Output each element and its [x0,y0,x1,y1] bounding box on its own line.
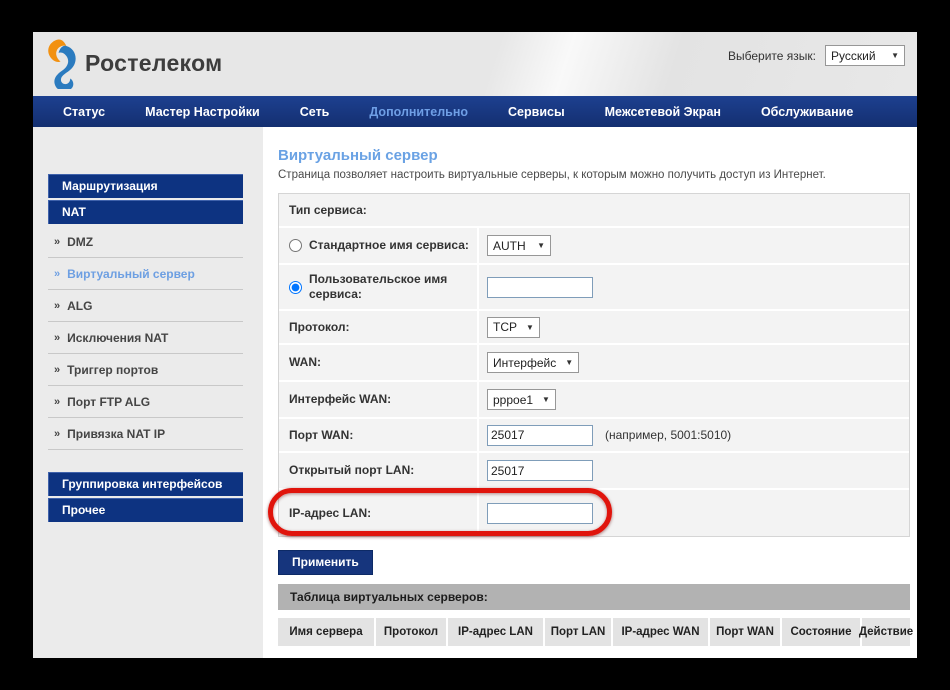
nav-services[interactable]: Сервисы [495,105,578,119]
service-type-label: Тип сервиса: [279,194,909,226]
lan-ip-input[interactable] [487,503,593,524]
sidebar-item-label: Привязка NAT IP [67,427,165,441]
language-selector: Выберите язык: Русский ▼ [728,45,905,66]
form-row-wan: WAN: Интерфейс ▼ [279,345,909,382]
sidebar-item-alg[interactable]: » ALG [48,290,243,322]
sidebar-section-routing[interactable]: Маршрутизация [48,174,243,198]
col-lan-port: Порт LAN [545,618,611,646]
rostelecom-swirl-icon [43,37,78,89]
wan-select-value: Интерфейс [493,356,556,370]
double-chevron-icon: » [54,333,60,343]
col-protocol: Протокол [376,618,446,646]
apply-button[interactable]: Применить [278,550,373,575]
standard-name-select[interactable]: AUTH ▼ [487,235,551,256]
nav-advanced[interactable]: Дополнительно [356,105,481,119]
chevron-down-icon: ▼ [891,51,899,60]
double-chevron-icon: » [54,429,60,439]
custom-name-input[interactable] [487,277,593,298]
sidebar-item-label: DMZ [67,235,93,249]
col-action: Действие [862,618,910,646]
chevron-down-icon: ▼ [542,395,550,404]
sidebar-item-virtual-server[interactable]: » Виртуальный сервер [48,258,243,290]
nav-firewall[interactable]: Межсетевой Экран [592,105,734,119]
wan-port-label: Порт WAN: [289,428,353,443]
wan-label: WAN: [289,355,321,370]
form-row-lan-ip: IP-адрес LAN: [279,490,909,536]
sidebar-item-label: Порт FTP ALG [67,395,150,409]
page-subtitle: Страница позволяет настроить виртуальные… [278,169,917,181]
virtual-server-form: Тип сервиса: Стандартное имя сервиса: AU… [278,193,910,537]
sidebar-item-label: ALG [67,299,92,313]
sidebar-item-nat-exclusions[interactable]: » Исключения NAT [48,322,243,354]
wan-interface-select[interactable]: pppoe1 ▼ [487,389,556,410]
header: Ростелеком Выберите язык: Русский ▼ [33,32,917,96]
double-chevron-icon: » [54,301,60,311]
double-chevron-icon: » [54,365,60,375]
router-admin-page: Ростелеком Выберите язык: Русский ▼ Стат… [33,32,917,658]
page-title: Виртуальный сервер [278,147,917,164]
protocol-label: Протокол: [289,320,350,335]
form-row-standard-name: Стандартное имя сервиса: AUTH ▼ [279,228,909,265]
sidebar-item-label: Виртуальный сервер [67,267,195,281]
sidebar: Маршрутизация NAT » DMZ » Виртуальный се… [33,127,263,658]
server-table-title: Таблица виртуальных серверов: [278,584,910,610]
nav-status[interactable]: Статус [50,105,118,119]
col-wan-ip: IP-адрес WAN [613,618,708,646]
lan-open-port-input[interactable] [487,460,593,481]
protocol-select-value: TCP [493,320,517,334]
col-state: Состояние [782,618,860,646]
double-chevron-icon: » [54,269,60,279]
nav-setup-wizard[interactable]: Мастер Настройки [132,105,273,119]
form-row-custom-name: Пользовательское имя сервиса: [279,265,909,311]
sidebar-item-port-trigger[interactable]: » Триггер портов [48,354,243,386]
server-table-header: Имя сервера Протокол IP-адрес LAN Порт L… [278,618,910,646]
sidebar-section-nat[interactable]: NAT [48,200,243,224]
protocol-select[interactable]: TCP ▼ [487,317,540,338]
col-lan-ip: IP-адрес LAN [448,618,543,646]
language-label: Выберите язык: [728,49,816,63]
sidebar-section-other[interactable]: Прочее [48,498,243,522]
chevron-down-icon: ▼ [526,323,534,332]
main-navbar: Статус Мастер Настройки Сеть Дополнитель… [33,96,917,127]
sidebar-item-ftp-alg-port[interactable]: » Порт FTP ALG [48,386,243,418]
form-row-wan-port: Порт WAN: (например, 5001:5010) [279,419,909,453]
sidebar-item-label: Исключения NAT [67,331,168,345]
wan-select[interactable]: Интерфейс ▼ [487,352,579,373]
language-select-value: Русский [831,49,876,63]
language-select[interactable]: Русский ▼ [825,45,905,66]
wan-port-input[interactable] [487,425,593,446]
sidebar-item-nat-ip-binding[interactable]: » Привязка NAT IP [48,418,243,450]
main-content: Виртуальный сервер Страница позволяет на… [263,127,917,658]
rostelecom-logo: Ростелеком [43,37,222,89]
nav-maintenance[interactable]: Обслуживание [748,105,866,119]
chevron-down-icon: ▼ [537,241,545,250]
wan-interface-select-value: pppoe1 [493,393,533,407]
double-chevron-icon: » [54,237,60,247]
form-row-protocol: Протокол: TCP ▼ [279,311,909,345]
custom-name-radio[interactable] [289,281,302,294]
standard-name-radio[interactable] [289,239,302,252]
form-row-lan-open-port: Открытый порт LAN: [279,453,909,490]
wan-port-hint: (например, 5001:5010) [605,428,731,442]
col-wan-port: Порт WAN [710,618,780,646]
col-server-name: Имя сервера [278,618,374,646]
sidebar-item-dmz[interactable]: » DMZ [48,226,243,258]
form-row-service-type: Тип сервиса: [279,194,909,228]
sidebar-section-interface-grouping[interactable]: Группировка интерфейсов [48,472,243,496]
wan-interface-label: Интерфейс WAN: [289,392,391,407]
brand-name: Ростелеком [85,50,222,77]
lan-open-port-label: Открытый порт LAN: [289,463,414,478]
form-row-wan-interface: Интерфейс WAN: pppoe1 ▼ [279,382,909,419]
standard-name-label: Стандартное имя сервиса: [309,238,469,253]
chevron-down-icon: ▼ [565,358,573,367]
custom-name-label: Пользовательское имя сервиса: [309,272,471,302]
nav-network[interactable]: Сеть [287,105,343,119]
lan-ip-label: IP-адрес LAN: [289,506,371,521]
standard-name-select-value: AUTH [493,239,526,253]
double-chevron-icon: » [54,397,60,407]
sidebar-item-label: Триггер портов [67,363,158,377]
